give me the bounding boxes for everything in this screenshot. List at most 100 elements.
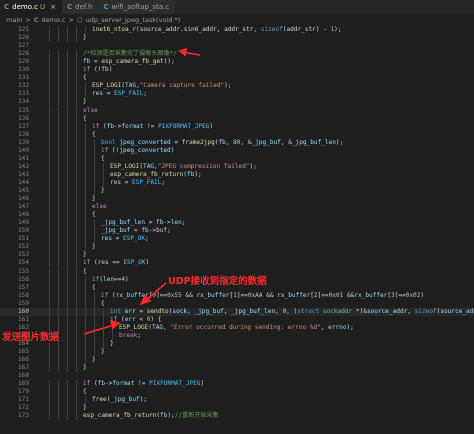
code-line[interactable]: 152} (0, 243, 474, 252)
indent-guide (49, 380, 50, 389)
line-number: 144 (17, 178, 29, 186)
indent-guide (76, 154, 77, 163)
line-number: 130 (17, 66, 29, 74)
code-token: _jpg_buf (101, 227, 131, 235)
indent-guide (85, 243, 86, 252)
code-line[interactable]: 146} (0, 195, 474, 204)
code-token: frame2jpg (181, 138, 215, 146)
tab-demo-c[interactable]: Cdemo.c U × (0, 0, 63, 14)
code-text: esp_camera_fb_return(fb); (110, 171, 202, 179)
indent-guide (58, 203, 59, 212)
code-line[interactable]: 148 { (0, 211, 474, 220)
code-token: _jpg_buf (194, 307, 224, 315)
code-line[interactable]: 134} (0, 98, 474, 107)
indent-guide (85, 138, 86, 147)
indent-guide (76, 388, 77, 397)
indent-guide (49, 203, 50, 212)
code-line[interactable]: 151 res = ESP_OK; (0, 235, 474, 244)
code-line[interactable]: 136 { (0, 114, 474, 123)
code-token: } (110, 339, 114, 347)
code-line[interactable]: 129 fb = esp_camera_fb_get(); (0, 58, 474, 67)
code-line[interactable]: 130 if (!fb) (0, 66, 474, 75)
breadcrumb-root[interactable]: main (6, 16, 22, 24)
code-token: ); (224, 82, 232, 90)
code-line[interactable]: 154 if (res == ESP_OK) (0, 259, 474, 268)
code-line[interactable]: 126} (0, 34, 474, 43)
code-line[interactable]: 125 inet6_ntoa_r(source_addr.sin6_addr, a… (0, 26, 474, 35)
line-number: 137 (17, 122, 29, 130)
indent-guide (67, 187, 68, 196)
breadcrumb-function[interactable]: udp_server_jpeg_task(void *) (86, 16, 181, 24)
code-line[interactable]: 168 (0, 372, 474, 380)
code-line[interactable]: 135 else (0, 106, 474, 115)
code-token: ) (209, 122, 214, 130)
line-number: 156 (17, 275, 29, 283)
code-text: } (92, 243, 96, 251)
code-token: format (112, 380, 135, 388)
code-token: fb (218, 138, 226, 146)
code-line[interactable]: 144 res = ESP_FAIL; (0, 178, 474, 187)
code-token: res (101, 235, 113, 243)
code-line[interactable]: 163 break; (0, 331, 474, 340)
indent-guide (85, 146, 86, 155)
indent-guide (85, 315, 86, 324)
indent-guide (49, 219, 50, 228)
code-line[interactable]: 166} (0, 356, 474, 365)
code-editor[interactable]: 125 inet6_ntoa_r(source_addr.sin6_addr, a… (0, 26, 474, 434)
code-token: jpeg_converted (119, 138, 171, 146)
code-line[interactable]: 161 if (err < 0) { (0, 315, 474, 324)
code-line[interactable]: 159 { (0, 299, 474, 308)
indent-guide (85, 396, 86, 405)
indent-guide (85, 154, 86, 163)
code-line[interactable]: 165} (0, 348, 474, 357)
indent-guide (49, 412, 50, 421)
code-line[interactable]: 162 ESP_LOGE(TAG, "Error occurred during … (0, 323, 474, 332)
code-line[interactable]: 171 free(_jpg_buf); (0, 396, 474, 405)
code-line[interactable]: 172} (0, 404, 474, 413)
code-line[interactable]: 160 int err = sendto(sock, _jpg_buf, _jpg… (0, 307, 474, 316)
indent-guide (67, 291, 68, 300)
line-number: 155 (17, 267, 29, 275)
code-line[interactable]: 142 ESP_LOGI(TAG,"JPEG compression failed… (0, 162, 474, 171)
breadcrumb-file[interactable]: demo.c (41, 16, 65, 24)
indent-guide (58, 162, 59, 171)
code-line[interactable]: 139 bool jpeg_converted = frame2jpg(fb, 8… (0, 138, 474, 147)
code-line[interactable]: 131 { (0, 74, 474, 83)
code-line[interactable]: 153} (0, 251, 474, 260)
indent-guide (76, 348, 77, 357)
code-token: } (92, 243, 96, 251)
code-line[interactable]: 143 esp_camera_fb_return(fb); (0, 170, 474, 179)
indent-guide (94, 138, 95, 147)
code-line[interactable]: 158 if (rx_buffer[0]==0x55 && rx_buffer[1… (0, 291, 474, 300)
code-line[interactable]: 141 { (0, 154, 474, 163)
code-token: ]== (317, 291, 329, 299)
indent-guide (58, 404, 59, 413)
tab-def-h[interactable]: Cdef.h (62, 0, 100, 14)
indent-guide (58, 348, 59, 357)
code-line[interactable]: 169 if (fb->format != PIXFORMAT_JPEG) (0, 380, 474, 389)
code-line[interactable]: 167} (0, 364, 474, 373)
code-line[interactable]: 173 esp_camera_fb_return(fb);//重新开始采集 (0, 412, 474, 421)
code-line[interactable]: 127 (0, 42, 474, 50)
breadcrumb-separator: > (68, 15, 74, 24)
code-line[interactable]: 164} (0, 339, 474, 348)
code-line[interactable]: 170 { (0, 388, 474, 397)
indent-guide (49, 283, 50, 292)
code-line[interactable]: 137 if (fb->format != PIXFORMAT_JPEG) (0, 122, 474, 131)
indent-guide (58, 275, 59, 284)
code-line[interactable]: 149 _jpg_buf_len = fb->len; (0, 219, 474, 228)
code-line[interactable]: 147 else (0, 203, 474, 212)
close-icon[interactable]: × (50, 3, 56, 11)
code-line[interactable]: 133 res = ESP_FAIL; (0, 90, 474, 99)
indent-guide (58, 195, 59, 204)
code-line[interactable]: 140 if (!jpeg_converted) (0, 146, 474, 155)
code-line[interactable]: 150 _jpg_buf = fb->buf; (0, 227, 474, 236)
indent-guide (76, 235, 77, 244)
code-line[interactable]: 145} (0, 187, 474, 196)
indent-guide (58, 219, 59, 228)
code-line[interactable]: 132 ESP_LOGI(TAG,"Camera capture failed")… (0, 82, 474, 91)
indent-guide (49, 251, 50, 260)
code-line[interactable]: 128 /*检测是否采集完了摄像头图像*/ (0, 50, 474, 59)
code-line[interactable]: 138 { (0, 130, 474, 139)
tab-wifi-softap-sta-c[interactable]: Cwifi_softap_sta.c (99, 0, 177, 14)
